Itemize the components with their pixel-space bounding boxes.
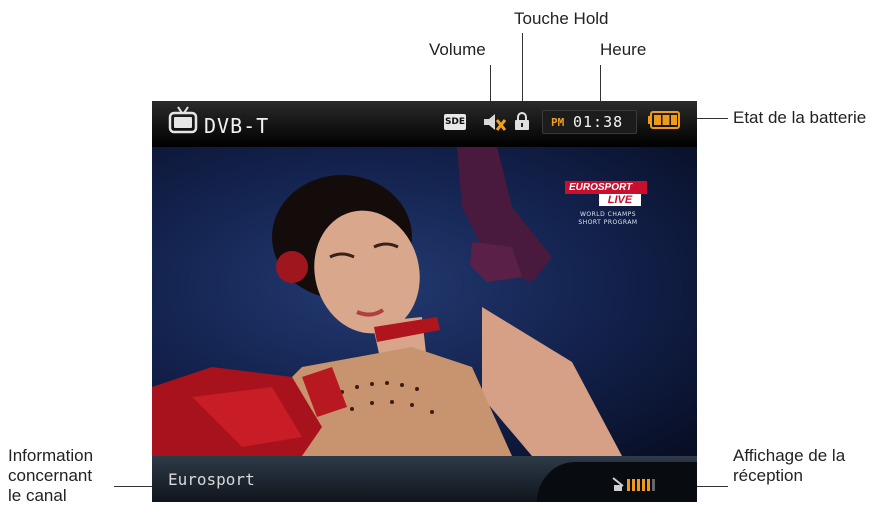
callout-volume: Volume — [429, 40, 486, 60]
signal-bars-icon — [612, 477, 655, 491]
device-screen: DVB-T SDE PM 01:38 EUROSPORT LIVE WORLD … — [152, 101, 697, 502]
broadcaster-logo-subtitle: WORLD CHAMPS SHORT PROGRAM — [578, 211, 638, 226]
callout-channel-info-line2: concernant — [8, 466, 93, 485]
callout-channel-info-line3: le canal — [8, 486, 67, 505]
broadcaster-logo-line2: LIVE — [599, 194, 641, 206]
clock-time: 01:38 — [573, 113, 624, 131]
callout-channel-info-line1: Information — [8, 446, 94, 465]
callout-time: Heure — [600, 40, 646, 60]
callout-hold-key: Touche Hold — [514, 9, 609, 29]
lock-icon — [515, 112, 529, 130]
antenna-icon — [612, 477, 624, 491]
channel-info-bar: Eurosport — [152, 456, 697, 502]
status-bar: DVB-T SDE PM 01:38 — [152, 101, 697, 147]
callout-battery-text: Etat de la batterie — [733, 108, 867, 127]
broadcaster-logo-line1: EUROSPORT — [565, 181, 647, 194]
callout-reception-line1: Affichage de la — [733, 446, 846, 465]
volume-mute-icon — [484, 114, 507, 131]
video-frame: EUROSPORT LIVE WORLD CHAMPS SHORT PROGRA… — [152, 147, 697, 456]
callout-hold-key-text: Touche Hold — [514, 9, 609, 28]
clock-ampm: PM — [551, 116, 565, 129]
tv-icon — [168, 106, 198, 134]
callout-reception: Affichage de la réception — [733, 446, 845, 486]
battery-icon — [648, 111, 680, 129]
callout-volume-text: Volume — [429, 40, 486, 59]
channel-name: Eurosport — [168, 470, 255, 489]
broadcaster-logo: EUROSPORT LIVE WORLD CHAMPS SHORT PROGRA… — [565, 181, 651, 247]
reception-panel — [537, 462, 697, 502]
callout-time-text: Heure — [600, 40, 647, 59]
clock-display: PM 01:38 — [542, 110, 637, 134]
quality-badge: SDE — [444, 114, 466, 130]
callout-battery: Etat de la batterie — [733, 108, 866, 128]
callout-reception-line2: réception — [733, 466, 803, 485]
mode-label: DVB-T — [204, 114, 270, 138]
callout-channel-info: Information concernant le canal — [8, 446, 93, 506]
